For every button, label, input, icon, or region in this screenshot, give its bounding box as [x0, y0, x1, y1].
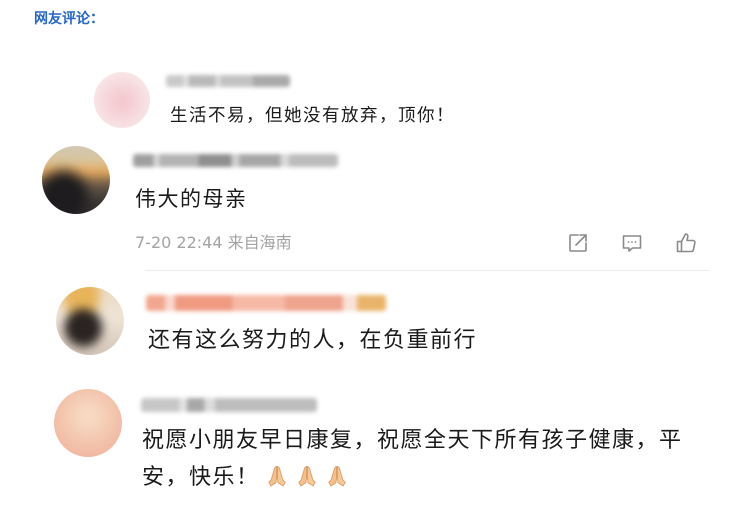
share-button[interactable] [566, 231, 590, 255]
divider [145, 270, 710, 271]
comment-text-content: 祝愿小朋友早日康复，祝愿全天下所有孩子健康，平安，快乐！ [142, 428, 683, 490]
comment-text: 伟大的母亲 [135, 187, 248, 211]
comment-text: 生活不易，但她没有放弃，顶你！ [170, 106, 455, 126]
like-button[interactable] [674, 231, 698, 255]
like-icon [674, 231, 698, 255]
avatar[interactable] [54, 389, 122, 457]
username-redacted[interactable] [146, 295, 386, 311]
comment-meta: 7-20 22:44 来自海南 [135, 233, 292, 252]
comment-text: 还有这么努力的人，在负重前行 [148, 328, 478, 353]
avatar[interactable] [42, 146, 110, 214]
emoji-group [260, 465, 350, 490]
folded-hands-icon [264, 463, 290, 489]
username-redacted[interactable] [166, 75, 290, 87]
folded-hands-icon [294, 463, 320, 489]
avatar[interactable] [94, 72, 150, 128]
comment-text: 祝愿小朋友早日康复，祝愿全天下所有孩子健康，平安，快乐！ [142, 422, 690, 496]
username-redacted[interactable] [141, 398, 317, 412]
section-title: 网友评论： [34, 11, 104, 27]
username-redacted[interactable] [133, 154, 338, 167]
share-icon [566, 231, 590, 255]
comment-time: 7-20 22:44 [135, 233, 223, 252]
avatar[interactable] [56, 287, 124, 355]
folded-hands-icon [324, 463, 350, 489]
comment-icon [620, 231, 644, 255]
comment-location: 来自海南 [227, 233, 292, 252]
comment-button[interactable] [620, 231, 644, 255]
